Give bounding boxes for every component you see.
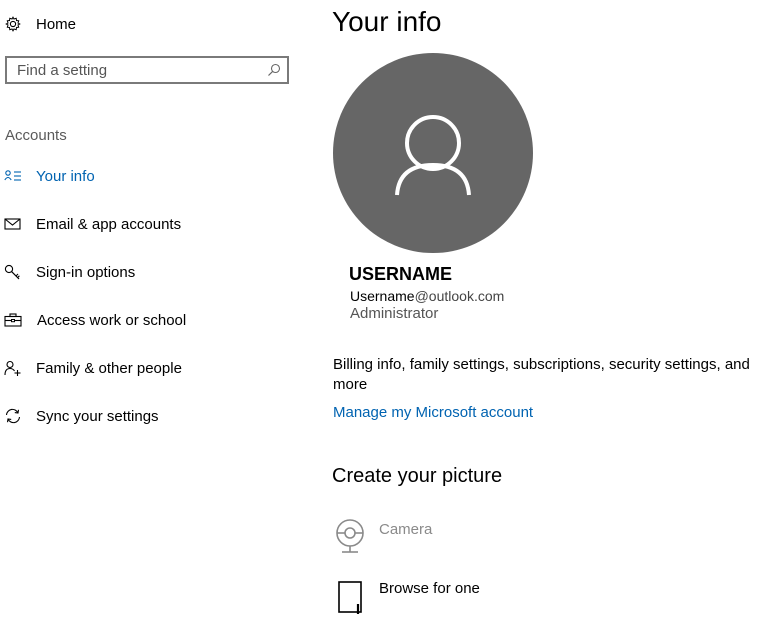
- user-name: USERNAME: [349, 264, 453, 284]
- gear-icon: [4, 16, 22, 32]
- accounts-section-heading: Accounts: [5, 127, 67, 144]
- sidebar-item-label: Sign-in options: [36, 263, 136, 281]
- person-icon: [395, 115, 471, 196]
- main-content: Your info USERNAME Username@outlook.com …: [330, 0, 761, 634]
- sidebar-item-access-work-or-school[interactable]: Access work or school: [0, 305, 300, 335]
- briefcase-icon: [4, 312, 22, 328]
- page-title: Your info: [332, 6, 442, 37]
- sidebar-item-label: Sync your settings: [36, 407, 159, 425]
- search-input[interactable]: [7, 58, 267, 82]
- user-email: Username@outlook.com: [350, 288, 504, 304]
- sync-icon: [4, 408, 22, 424]
- home-nav-item[interactable]: Home: [0, 9, 300, 39]
- avatar: [333, 53, 533, 253]
- browse-option[interactable]: Browse for one: [330, 578, 630, 622]
- search-icon[interactable]: [267, 63, 281, 77]
- mail-icon: [4, 216, 22, 232]
- sidebar-item-label: Your info: [36, 167, 95, 185]
- user-email-domain: @outlook.com: [414, 288, 505, 304]
- webcam-icon: [334, 516, 366, 561]
- home-label: Home: [36, 15, 77, 33]
- sidebar-item-label: Family & other people: [36, 359, 182, 377]
- camera-option[interactable]: Camera: [330, 516, 630, 560]
- user-email-local: Username: [350, 288, 415, 304]
- sidebar-item-sign-in-options[interactable]: Sign-in options: [0, 257, 300, 287]
- billing-description: Billing info, family settings, subscript…: [333, 356, 750, 393]
- search-box[interactable]: [5, 56, 289, 84]
- sidebar-item-email-app-accounts[interactable]: Email & app accounts: [0, 209, 300, 239]
- sidebar-item-label: Email & app accounts: [36, 215, 182, 233]
- sidebar-item-label: Access work or school: [37, 311, 187, 329]
- user-role: Administrator: [350, 305, 439, 322]
- camera-label: Camera: [379, 521, 433, 538]
- key-icon: [4, 264, 22, 280]
- sidebar-item-sync-your-settings[interactable]: Sync your settings: [0, 401, 300, 431]
- sidebar-item-your-info[interactable]: Your info: [0, 161, 300, 191]
- sidebar-item-family-other-people[interactable]: Family & other people: [0, 353, 300, 383]
- folder-icon: [334, 578, 366, 623]
- manage-account-link[interactable]: Manage my Microsoft account: [333, 404, 533, 421]
- browse-label: Browse for one: [379, 580, 480, 597]
- create-picture-heading: Create your picture: [332, 465, 503, 487]
- add-person-icon: [4, 360, 22, 376]
- user-list-icon: [4, 168, 22, 184]
- sidebar: Home Accounts Your info: [0, 0, 300, 634]
